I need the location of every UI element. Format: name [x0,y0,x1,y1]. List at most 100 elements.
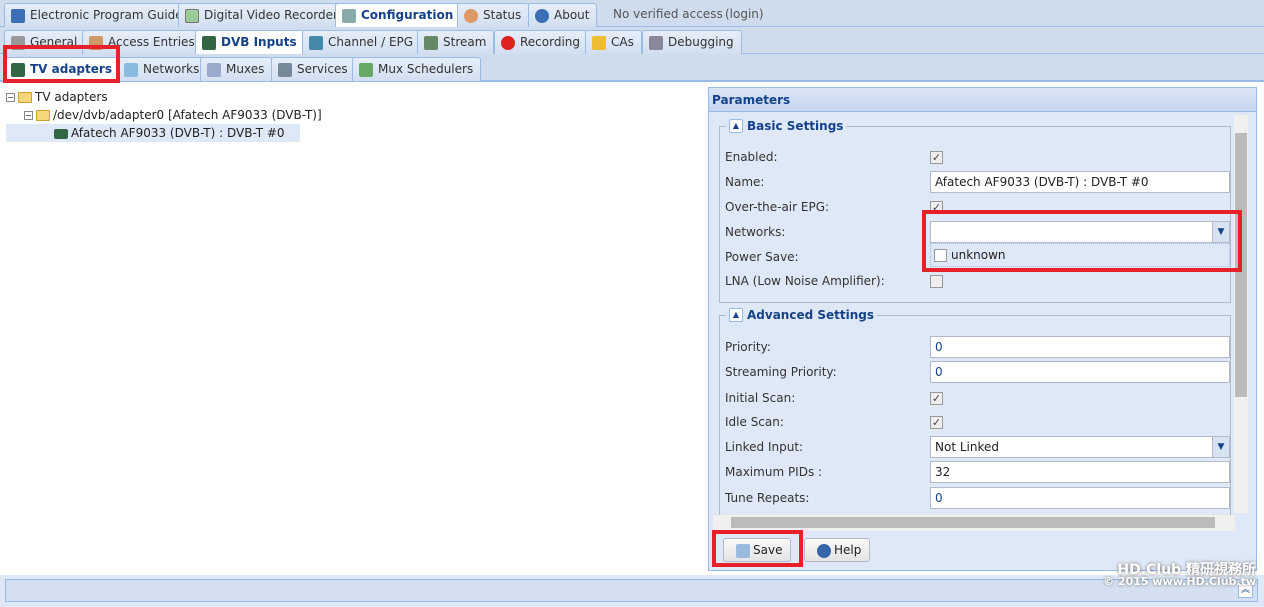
chevron-down-icon[interactable]: ▼ [1212,437,1229,457]
section-title: Advanced Settings [747,308,875,322]
streaming-priority-input[interactable]: 0 [930,361,1230,383]
max-pids-input[interactable]: 32 [930,461,1230,483]
login-link[interactable]: (login) [725,7,764,21]
tab-label: Channel / EPG [328,35,414,49]
save-button[interactable]: Save [723,538,792,562]
horizontal-scrollbar[interactable] [713,515,1235,531]
info-icon [535,9,549,23]
bottom-status-bar: ︽ [5,579,1258,602]
tab-label: About [554,8,590,22]
tab-label: Muxes [226,62,265,76]
priority-label: Priority: [725,340,771,354]
tab-label: Mux Schedulers [378,62,474,76]
services-icon [278,63,292,77]
top-tab-bar: Electronic Program Guide Digital Video R… [0,0,1264,28]
linked-input-value: Not Linked [935,440,999,454]
scrollbar-thumb[interactable] [731,517,1215,528]
parameters-panel: Parameters ▲ Basic Settings Enabled: ✓ Na… [708,87,1257,571]
tab-access-entries[interactable]: Access Entries [82,30,203,54]
folder-icon [36,109,50,121]
tab-about[interactable]: About [528,3,598,27]
tab-channel-epg[interactable]: Channel / EPG [302,30,422,54]
watermark: © 2015 www.HD.Club.tw [1103,575,1256,588]
gears-icon [649,36,663,50]
tab-tv-adapters[interactable]: TV adapters [4,57,120,82]
eye-icon [464,9,478,23]
lna-checkbox[interactable] [930,275,943,288]
tab-dvr[interactable]: Digital Video Recorder [178,3,346,27]
tab-label: Networks [143,62,200,76]
help-button[interactable]: Help [804,538,871,562]
tab-services[interactable]: Services [271,57,356,81]
power-save-label: Power Save: [725,250,799,264]
linked-input-select[interactable]: Not Linked ▼ [930,436,1230,458]
button-label: Save [753,543,783,557]
collapse-icon[interactable]: ▲ [729,308,743,322]
tab-mux-schedulers[interactable]: Mux Schedulers [352,57,482,81]
basic-settings-legend[interactable]: ▲ Basic Settings [726,119,846,133]
tab-cas[interactable]: CAs [585,30,642,54]
folder-icon [18,91,32,103]
collapse-icon[interactable]: − [6,92,15,102]
users-icon [89,36,103,50]
vertical-scrollbar[interactable] [1234,115,1248,513]
rec-icon [501,36,515,50]
collapse-icon[interactable]: − [24,110,33,120]
collapse-icon[interactable]: ▲ [729,119,743,133]
scrollbar-thumb[interactable] [1235,133,1247,397]
adapter-tree: − TV adapters − /dev/dvb/adapter0 [Afatech… [6,88,706,142]
calendar-icon [359,63,373,77]
tab-label: Configuration [361,8,454,22]
tune-repeats-label: Tune Repeats: [725,491,810,505]
wrench-icon [342,9,356,23]
tree-node-root[interactable]: − TV adapters [6,88,706,106]
idle-scan-label: Idle Scan: [725,415,784,429]
tuner-card-icon [202,36,216,50]
tab-label: Status [483,8,522,22]
tab-muxes[interactable]: Muxes [200,57,273,81]
tab-dvb-inputs[interactable]: DVB Inputs [195,30,305,55]
tab-debugging[interactable]: Debugging [642,30,742,54]
idle-scan-checkbox[interactable]: ✓ [930,416,943,429]
name-input[interactable]: Afatech AF9033 (DVB-T) : DVB-T #0 [930,171,1230,193]
network-option-label[interactable]: unknown [951,248,1006,262]
tree-node-adapter[interactable]: − /dev/dvb/adapter0 [Afatech AF9033 (DVB-… [6,106,706,124]
tree-label: /dev/dvb/adapter0 [Afatech AF9033 (DVB-T… [53,108,322,122]
networks-select[interactable]: ▼ [930,221,1230,243]
section-title: Basic Settings [747,119,844,133]
button-label: Help [834,543,862,557]
enabled-label: Enabled: [725,150,778,164]
epg-icon [11,9,25,23]
access-status: No verified access [613,7,723,21]
tune-repeats-input[interactable]: 0 [930,487,1230,509]
dvr-icon [185,9,199,23]
tab-stream[interactable]: Stream [417,30,495,54]
streaming-priority-label: Streaming Priority: [725,365,837,379]
film-icon [424,36,438,50]
tab-label: Electronic Program Guide [30,8,183,22]
initial-scan-checkbox[interactable]: ✓ [930,392,943,405]
advanced-settings-legend[interactable]: ▲ Advanced Settings [726,308,877,322]
chevron-down-icon[interactable]: ▼ [1212,222,1229,242]
tab-general[interactable]: General [4,30,86,54]
antenna-icon [124,63,138,77]
tab-recording[interactable]: Recording [494,30,589,54]
network-option-checkbox[interactable] [934,248,947,262]
tab-label: General [30,35,78,49]
tree-label: Afatech AF9033 (DVB-T) : DVB-T #0 [71,126,285,140]
tree-node-frontend[interactable]: Afatech AF9033 (DVB-T) : DVB-T #0 [6,124,300,142]
tab-configuration[interactable]: Configuration [335,3,462,28]
tab-label: Digital Video Recorder [204,8,338,22]
priority-input[interactable]: 0 [930,336,1230,358]
networks-label: Networks: [725,225,786,239]
enabled-checkbox[interactable]: ✓ [930,151,943,164]
tab-networks[interactable]: Networks [117,57,208,81]
networks-dropdown-list: unknown [930,243,1230,267]
tab-epg[interactable]: Electronic Program Guide [4,3,191,27]
tab-status[interactable]: Status [457,3,530,27]
tab-label: Services [297,62,348,76]
tab-label: DVB Inputs [221,35,297,49]
tab-label: CAs [611,35,634,49]
muxes-icon [207,63,221,77]
ota-epg-checkbox[interactable]: ✓ [930,201,943,214]
